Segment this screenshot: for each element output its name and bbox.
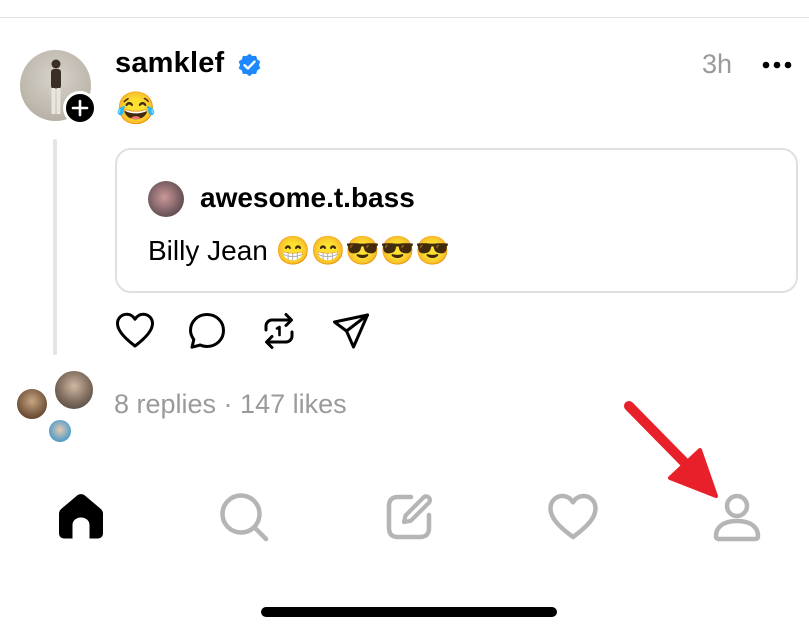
search-icon[interactable] [217, 490, 271, 544]
plus-icon [71, 99, 89, 117]
quoted-post-card[interactable]: awesome.t.bass Billy Jean 😁😁😎😎😎 [115, 148, 798, 293]
repost-icon[interactable] [259, 311, 299, 351]
quoted-avatar[interactable] [148, 181, 184, 217]
post-text: 😂 [116, 90, 156, 126]
more-options-icon[interactable] [762, 58, 792, 72]
reply-avatar[interactable] [53, 369, 95, 411]
post-timestamp: 3h [702, 49, 733, 79]
top-divider [0, 17, 809, 18]
activity-heart-icon[interactable] [546, 490, 600, 544]
profile-icon[interactable] [710, 490, 764, 544]
home-icon[interactable] [54, 490, 108, 544]
quoted-username[interactable]: awesome.t.bass [200, 182, 415, 214]
heart-icon[interactable] [115, 311, 155, 351]
comment-icon[interactable] [187, 311, 227, 351]
follow-button[interactable] [63, 91, 97, 125]
reply-avatar[interactable] [47, 418, 73, 444]
home-indicator[interactable] [261, 607, 557, 617]
compose-icon[interactable] [382, 490, 436, 544]
quoted-text: Billy Jean 😁😁😎😎😎 [148, 235, 450, 266]
post-username[interactable]: samklef [115, 47, 224, 80]
thread-line [53, 139, 57, 355]
reply-avatar[interactable] [15, 387, 49, 421]
share-icon[interactable] [331, 311, 371, 351]
verified-icon [238, 53, 261, 77]
red-arrow-annotation [624, 401, 718, 498]
post-stats[interactable]: 8 replies · 147 likes [114, 389, 347, 420]
